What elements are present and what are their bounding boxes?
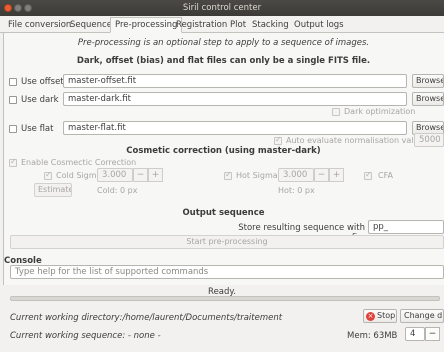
browse-dark-button[interactable]: Browse: [412, 92, 444, 106]
working-directory-label: Current working directory:: [10, 313, 123, 323]
dark-file-field[interactable]: master-dark.fit: [63, 92, 407, 106]
hot-sigma-minus-button[interactable]: −: [314, 168, 329, 182]
tab-plot[interactable]: Plot: [226, 18, 250, 33]
window-title: Siril control center: [182, 3, 262, 13]
offset-file-field[interactable]: master-offset.fit: [63, 74, 407, 88]
flat-file-field[interactable]: master-flat.fit: [63, 121, 407, 135]
tab-bar: File conversion Sequence Pre-processing …: [0, 16, 444, 33]
cold-sigma-checkbox[interactable]: [44, 170, 52, 180]
threads-minus-button[interactable]: −: [425, 327, 440, 341]
cfa-checkbox[interactable]: [364, 170, 372, 180]
hot-sigma-checkbox[interactable]: [224, 170, 232, 180]
enable-cosmetic-label: Enable Cosmectic Correction: [21, 158, 137, 167]
intro-text: Pre-processing is an optional step to ap…: [77, 38, 370, 48]
change-directory-button[interactable]: Change di: [400, 309, 444, 323]
stop-icon: ×: [366, 312, 375, 321]
prefix-field[interactable]: pp_: [368, 220, 444, 234]
working-sequence-label: Current working sequence:: [10, 331, 126, 341]
hot-pixels-count: Hot: 0 px: [278, 186, 315, 195]
use-flat-checkbox[interactable]: [9, 125, 17, 133]
working-directory: Current working directory:/home/laurent/…: [10, 313, 282, 323]
cold-pixels-count: Cold: 0 px: [97, 186, 138, 195]
stop-button[interactable]: × Stop: [363, 309, 397, 323]
hot-sigma-plus-button[interactable]: +: [329, 168, 344, 182]
cold-sigma-field[interactable]: 3.000: [97, 168, 133, 182]
console-input[interactable]: Type help for the list of supported comm…: [10, 265, 444, 279]
title-bar: Siril control center: [0, 0, 444, 16]
stop-label: Stop: [377, 311, 396, 320]
progress-bar: [10, 296, 440, 301]
tab-registration[interactable]: Registration: [172, 18, 231, 33]
use-offset-checkbox[interactable]: [9, 78, 17, 86]
cfa-label: CFA: [378, 171, 393, 180]
dark-optimization-checkbox[interactable]: [332, 108, 340, 116]
enable-cosmetic-checkbox[interactable]: [9, 157, 17, 167]
tab-file-conversion[interactable]: File conversion: [4, 18, 75, 33]
output-sequence-title: Output sequence: [182, 208, 265, 218]
use-offset-label: Use offset: [21, 77, 64, 87]
use-flat-label: Use flat: [21, 124, 54, 134]
tab-stacking[interactable]: Stacking: [248, 18, 293, 33]
tab-output-logs[interactable]: Output logs: [290, 18, 348, 33]
auto-evaluate-label: Auto evaluate normalisation value: [286, 136, 424, 145]
threads-field[interactable]: 4: [405, 327, 425, 341]
cosmetic-title: Cosmetic correction (using master-dark): [126, 146, 321, 156]
dark-optimization-label: Dark optimization: [344, 107, 416, 116]
start-preprocessing-button[interactable]: Start pre-processing: [10, 235, 444, 249]
hot-sigma-label: Hot Sigma:: [236, 171, 281, 180]
auto-evaluate-checkbox[interactable]: [274, 135, 282, 145]
use-dark-label: Use dark: [21, 95, 59, 105]
normalisation-value-field[interactable]: 5000: [414, 133, 444, 147]
files-heading: Dark, offset (bias) and flat files can o…: [76, 56, 371, 66]
cold-sigma-plus-button[interactable]: +: [148, 168, 163, 182]
use-dark-checkbox[interactable]: [9, 96, 17, 104]
working-sequence: Current working sequence: - none -: [10, 331, 161, 341]
estimate-button[interactable]: Estimate: [34, 183, 72, 197]
working-sequence-value: - none -: [125, 331, 161, 341]
tab-sequence[interactable]: Sequence: [66, 18, 116, 33]
browse-offset-button[interactable]: Browse: [412, 74, 444, 88]
hot-sigma-field[interactable]: 3.000: [278, 168, 314, 182]
working-directory-path: /home/laurent/Documents/traitement: [122, 313, 283, 323]
cold-sigma-minus-button[interactable]: −: [133, 168, 148, 182]
memory-usage: Mem: 63MB: [347, 331, 398, 341]
